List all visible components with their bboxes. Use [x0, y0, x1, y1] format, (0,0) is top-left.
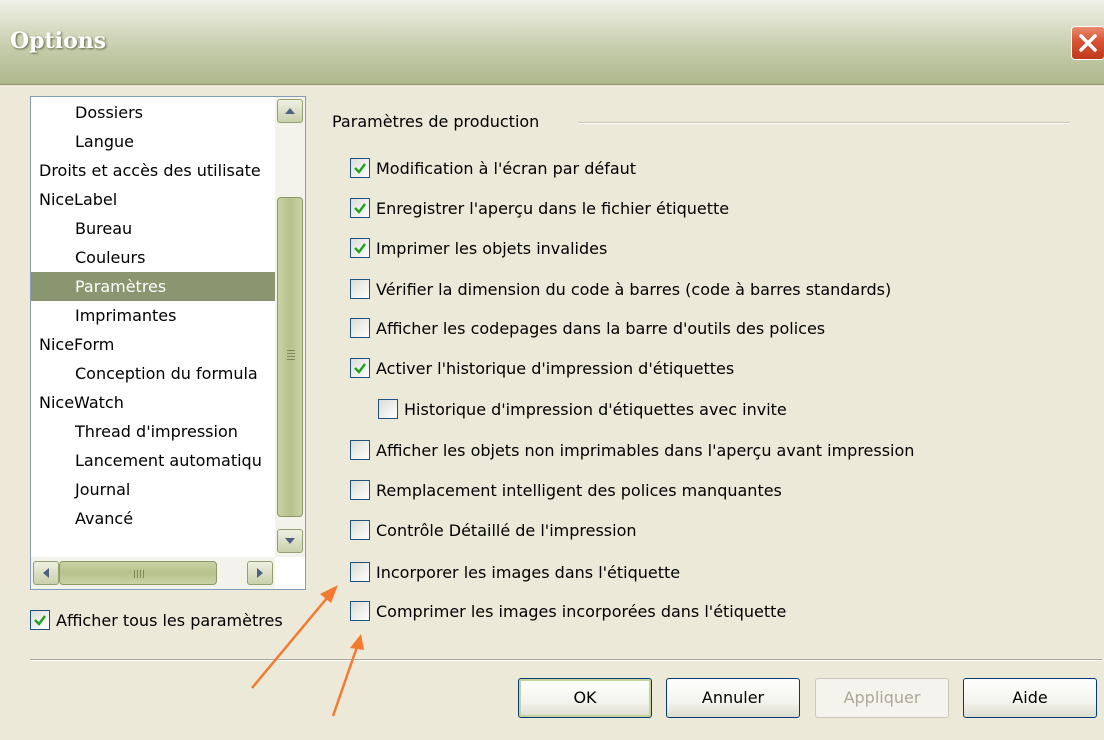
annotation-arrow-1 [251, 585, 338, 689]
tree-item-conception[interactable]: Conception du formula [31, 359, 275, 388]
group-divider [578, 122, 1070, 124]
option-label: Remplacement intelligent des polices man… [376, 481, 782, 500]
option-label: Modification à l'écran par défaut [376, 159, 637, 178]
scroll-up-button[interactable] [277, 99, 303, 123]
apply-button[interactable]: Appliquer [815, 678, 949, 718]
option-label: Incorporer les images dans l'étiquette [376, 563, 681, 582]
scroll-down-button[interactable] [277, 529, 303, 553]
vertical-scroll-thumb[interactable] [277, 197, 303, 517]
footer-separator [30, 659, 1102, 661]
title-bar: Options [0, 0, 1104, 85]
checkbox[interactable] [378, 399, 398, 419]
close-button[interactable] [1071, 26, 1104, 60]
group-title: Paramètres de production [332, 112, 540, 131]
annotation-arrow-2 [331, 634, 364, 717]
help-button[interactable]: Aide [963, 678, 1097, 718]
chevron-left-icon [43, 568, 49, 578]
option-label: Afficher les codepages dans la barre d'o… [376, 319, 826, 338]
option-label: Historique d'impression d'étiquettes ave… [404, 400, 787, 419]
check-icon [354, 363, 366, 374]
option-label: Imprimer les objets invalides [376, 239, 608, 258]
tree-item-droits[interactable]: Droits et accès des utilisate [31, 156, 275, 185]
option-label: Afficher les objets non imprimables dans… [376, 441, 915, 460]
checkbox[interactable] [350, 358, 370, 378]
settings-tree[interactable]: Dossiers Langue Droits et accès des util… [30, 96, 306, 590]
scroll-right-button[interactable] [247, 561, 273, 585]
tree-item-imprimantes[interactable]: Imprimantes [31, 301, 275, 330]
checkbox[interactable] [350, 440, 370, 460]
check-icon [354, 203, 366, 214]
chevron-up-icon [285, 108, 295, 114]
option-label: Enregistrer l'aperçu dans le fichier éti… [376, 199, 730, 218]
tree-item-avance[interactable]: Avancé [31, 504, 275, 533]
horizontal-scroll-thumb[interactable] [59, 561, 217, 585]
tree-item-niceform[interactable]: NiceForm [31, 330, 275, 359]
check-icon [354, 243, 366, 254]
option-label: Comprimer les images incorporées dans l'… [376, 602, 787, 621]
show-all-label: Afficher tous les paramètres [56, 611, 283, 630]
checkbox[interactable] [350, 238, 370, 258]
check-icon [34, 615, 46, 626]
tree-item-nicewatch[interactable]: NiceWatch [31, 388, 275, 417]
checkbox[interactable] [350, 198, 370, 218]
tree-item-couleurs[interactable]: Couleurs [31, 243, 275, 272]
ok-button[interactable]: OK [518, 678, 652, 718]
window-title: Options [10, 28, 107, 54]
cancel-button[interactable]: Annuler [666, 678, 800, 718]
chevron-down-icon [285, 538, 295, 544]
tree-item-langue[interactable]: Langue [31, 127, 275, 156]
vertical-scrollbar[interactable] [275, 97, 305, 557]
tree-item-bureau[interactable]: Bureau [31, 214, 275, 243]
tree-item-nicelabel[interactable]: NiceLabel [31, 185, 275, 214]
chevron-right-icon [257, 568, 263, 578]
tree-item-journal[interactable]: Journal [31, 475, 275, 504]
checkbox[interactable] [350, 520, 370, 540]
tree-item-dossiers[interactable]: Dossiers [31, 98, 275, 127]
tree-item-lancement[interactable]: Lancement automatiqu [31, 446, 275, 475]
checkbox[interactable] [350, 158, 370, 178]
close-icon [1079, 34, 1097, 52]
checkbox[interactable] [350, 562, 370, 582]
show-all-checkbox[interactable] [30, 610, 50, 630]
tree-item-thread[interactable]: Thread d'impression [31, 417, 275, 446]
option-label: Vérifier la dimension du code à barres (… [376, 280, 892, 299]
checkbox[interactable] [350, 279, 370, 299]
horizontal-scrollbar[interactable] [31, 557, 275, 589]
scroll-left-button[interactable] [33, 561, 59, 585]
option-label: Contrôle Détaillé de l'impression [376, 521, 637, 540]
tree-list: Dossiers Langue Droits et accès des util… [31, 97, 275, 557]
checkbox[interactable] [350, 318, 370, 338]
option-label: Activer l'historique d'impression d'étiq… [376, 359, 735, 378]
checkbox[interactable] [350, 480, 370, 500]
tree-item-parametres[interactable]: Paramètres [31, 272, 275, 301]
checkbox[interactable] [350, 601, 370, 621]
check-icon [354, 163, 366, 174]
